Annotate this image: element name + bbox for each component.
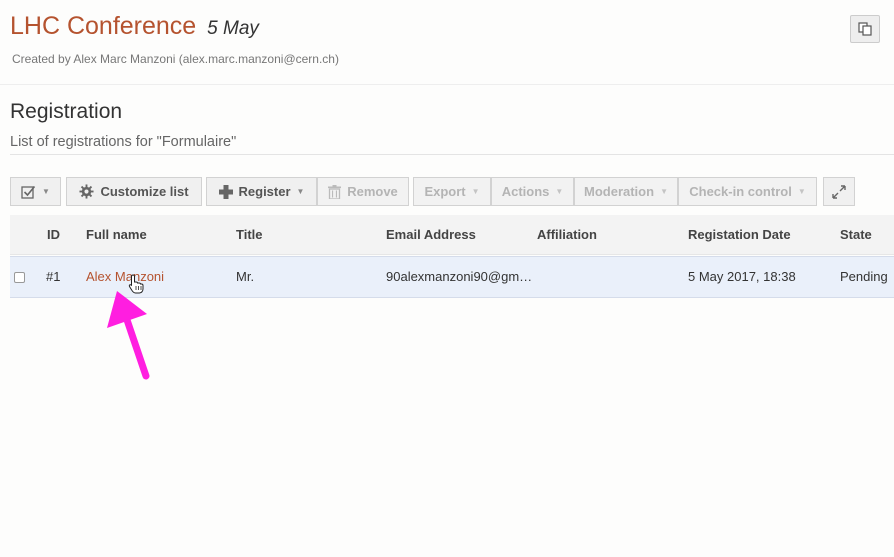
- select-dropdown-button[interactable]: ▼: [10, 177, 61, 206]
- column-header-email[interactable]: Email Address: [386, 227, 476, 242]
- event-name: LHC Conference: [10, 12, 197, 40]
- page-subtitle: List of registrations for "Formulaire": [10, 134, 237, 150]
- annotation-arrow-icon: [107, 291, 150, 380]
- column-header-full-name[interactable]: Full name: [86, 227, 147, 242]
- expand-icon: [832, 184, 846, 199]
- gear-icon: [79, 184, 94, 199]
- column-header-affiliation[interactable]: Affiliation: [537, 227, 597, 242]
- header-divider: [0, 84, 894, 85]
- row-full-name-link[interactable]: Alex Manzoni: [86, 269, 164, 284]
- register-button[interactable]: Register ▼: [206, 177, 317, 206]
- chevron-down-icon: ▼: [555, 187, 564, 196]
- row-email: 90alexmanzoni90@gm…: [386, 269, 533, 284]
- event-creator: Created by Alex Marc Manzoni (alex.marc.…: [12, 52, 339, 66]
- row-state: Pending: [840, 269, 888, 284]
- chevron-down-icon: ▼: [797, 187, 806, 196]
- trash-icon: [328, 184, 342, 199]
- clone-button[interactable]: [850, 15, 880, 43]
- checkin-control-button[interactable]: Check-in control ▼: [678, 177, 817, 206]
- chevron-down-icon: ▼: [471, 187, 480, 196]
- plus-icon: [218, 184, 233, 199]
- customize-list-button[interactable]: Customize list: [66, 177, 202, 206]
- column-header-state[interactable]: State: [840, 227, 872, 242]
- export-button[interactable]: Export ▼: [413, 177, 491, 206]
- expand-button[interactable]: [823, 177, 855, 206]
- column-header-title[interactable]: Title: [236, 227, 263, 242]
- section-divider: [10, 154, 894, 155]
- page-title: Registration: [10, 100, 123, 123]
- event-title: LHC Conference 5 May: [10, 12, 259, 41]
- column-header-id[interactable]: ID: [47, 227, 60, 242]
- row-title: Mr.: [236, 269, 255, 284]
- chevron-down-icon: ▼: [296, 187, 305, 196]
- event-date: 5 May: [207, 18, 259, 39]
- column-header-registration-date[interactable]: Registation Date: [688, 227, 791, 242]
- customize-list-label: Customize list: [100, 184, 189, 199]
- actions-button[interactable]: Actions ▼: [491, 177, 574, 206]
- remove-label: Remove: [347, 184, 398, 199]
- chevron-down-icon: ▼: [42, 187, 50, 196]
- moderation-button[interactable]: Moderation ▼: [574, 177, 678, 206]
- copy-icon: [858, 22, 872, 36]
- checkbox-check-icon: [21, 185, 36, 199]
- register-label: Register: [238, 184, 291, 199]
- export-label: Export: [424, 184, 466, 199]
- chevron-down-icon: ▼: [660, 187, 668, 196]
- actions-label: Actions: [501, 184, 550, 199]
- moderation-label: Moderation: [584, 184, 655, 199]
- row-checkbox[interactable]: [14, 272, 25, 283]
- row-registration-date: 5 May 2017, 18:38: [688, 269, 796, 284]
- row-id: #1: [46, 269, 61, 284]
- checkin-control-label: Check-in control: [689, 184, 792, 199]
- remove-button[interactable]: Remove: [317, 177, 409, 206]
